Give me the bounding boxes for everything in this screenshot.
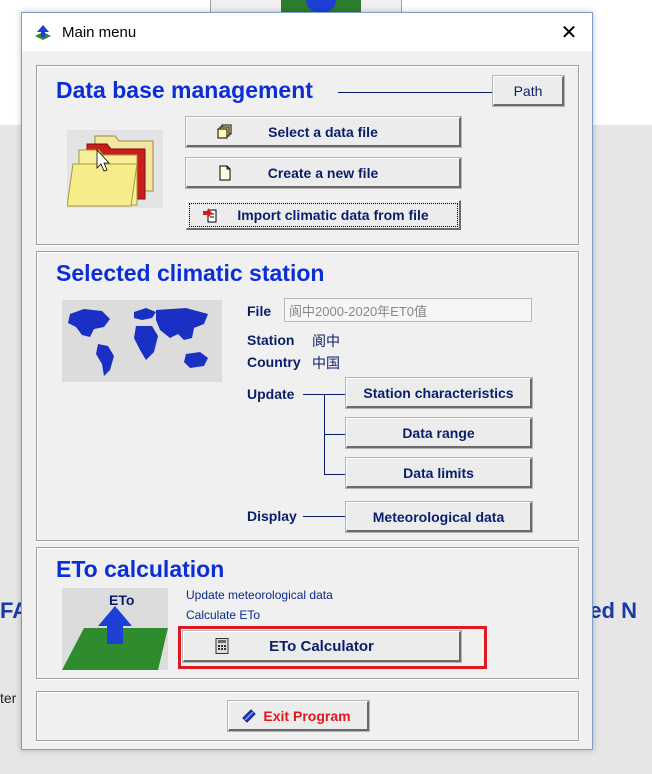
create-new-file-button[interactable]: Create a new file: [185, 157, 462, 189]
eto-image-label: ETo: [109, 592, 135, 608]
eto-calculation-title: ETo calculation: [56, 556, 225, 582]
eto-description-line2: Calculate ETo: [186, 608, 261, 622]
file-label: File: [247, 303, 272, 319]
data-limits-button[interactable]: Data limits: [345, 457, 533, 489]
station-value: 阆中: [312, 333, 340, 349]
station-label: Station: [247, 332, 295, 348]
world-map-image: [62, 300, 222, 382]
exit-book-icon: [242, 708, 256, 723]
exit-program-button[interactable]: Exit Program: [227, 700, 370, 732]
eto-calculator-button[interactable]: ETo Calculator: [182, 630, 462, 663]
close-button[interactable]: ✕: [546, 13, 592, 51]
background-text-left-small: ter: [0, 690, 17, 706]
import-file-icon: [203, 207, 217, 222]
database-management-title: Data base management: [56, 77, 313, 103]
country-value: 中国: [312, 355, 340, 371]
update-tree-branch: [324, 474, 346, 475]
create-new-file-label: Create a new file: [267, 164, 379, 181]
update-label: Update: [247, 386, 295, 402]
file-name-field: 阆中2000-2020年ET0值: [284, 298, 532, 322]
folders-image: [67, 130, 163, 208]
data-range-button[interactable]: Data range: [345, 417, 533, 449]
display-label: Display: [247, 508, 297, 524]
app-up-arrow-icon: [35, 25, 51, 40]
window-title: Main menu: [62, 24, 137, 41]
eto-calculator-label: ETo Calculator: [269, 637, 374, 655]
import-climatic-data-button[interactable]: Import climatic data from file: [186, 200, 461, 230]
path-button[interactable]: Path: [492, 75, 565, 107]
select-data-file-button[interactable]: Select a data file: [185, 116, 462, 148]
calculator-icon: [215, 638, 229, 654]
selected-station-title: Selected climatic station: [56, 260, 325, 286]
eto-description-line1: Update meteorological data: [186, 588, 333, 602]
update-tree-branch: [324, 434, 346, 435]
select-data-file-label: Select a data file: [268, 123, 378, 140]
title-rule-line: [338, 92, 492, 93]
meteorological-data-button[interactable]: Meteorological data: [345, 501, 533, 533]
close-icon: ✕: [560, 21, 578, 44]
country-label: Country: [247, 354, 301, 370]
main-menu-window: Main menu ✕ Data base management Path Se…: [21, 12, 593, 750]
station-characteristics-button[interactable]: Station characteristics: [345, 377, 533, 409]
exit-program-label: Exit Program: [263, 707, 351, 724]
display-connector-line: [303, 516, 346, 517]
files-stack-icon: [217, 124, 232, 138]
title-bar[interactable]: Main menu ✕: [22, 13, 592, 51]
import-climatic-data-label: Import climatic data from file: [237, 206, 429, 223]
new-file-icon: [219, 165, 231, 180]
